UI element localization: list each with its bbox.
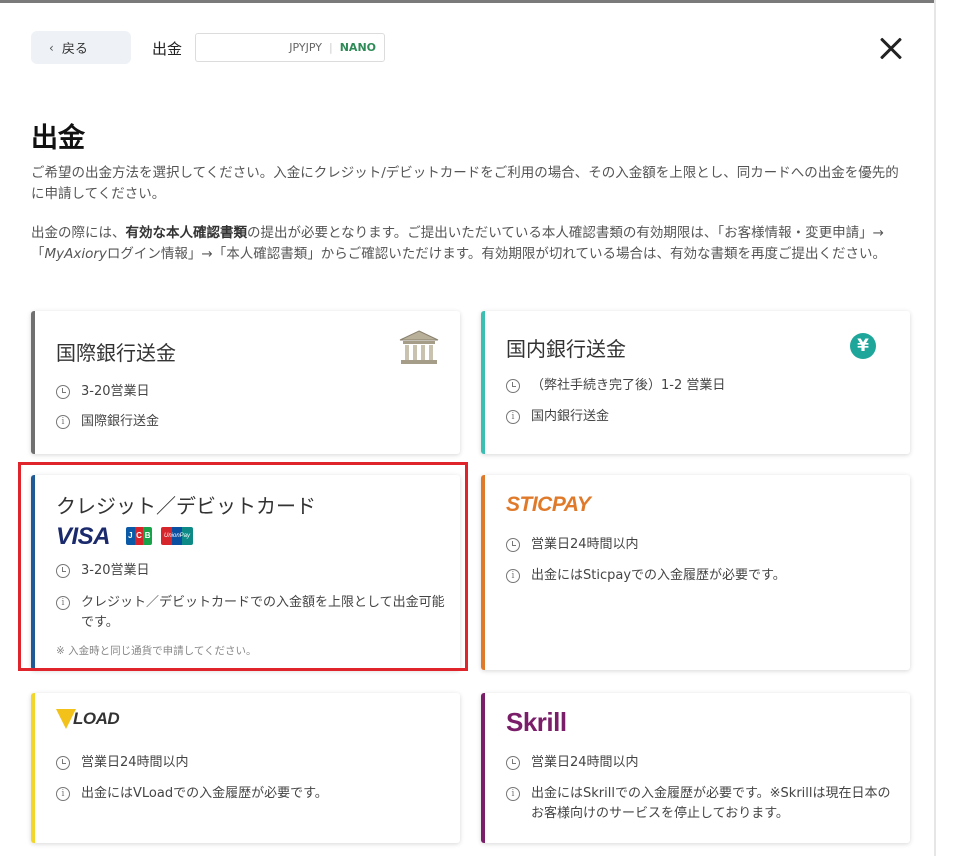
info-icon [56,415,70,429]
method-card-vload[interactable]: LOAD 営業日24時間以内 出金にはVLoadでの入金履歴が必要です。 [31,693,460,843]
skrill-logo: Skrill [506,707,567,737]
method-info-text: 出金にはVLoadでの入金履歴が必要です。 [81,786,328,801]
jcb-b: B [143,527,152,545]
method-info-text: 国際銀行送金 [81,414,160,429]
method-card-credit-debit[interactable]: クレジット／デビットカード VISA J C B UnionPay 3-20営業… [31,475,460,670]
processing-time: （弊社手続き完了後）1-2 営業日 [506,376,725,396]
method-info: 出金にはVLoadでの入金履歴が必要です。 [56,784,328,804]
chevron-left-icon: ‹ [49,40,54,55]
desc-italic-text: MyAxiory [44,246,107,262]
unionpay-text: UnionPay [163,533,190,539]
method-info-text: クレジット／デビットカードでの入金額を上限として出金可能です。 [81,595,445,630]
processing-time-text: 営業日24時間以内 [81,755,189,770]
close-icon[interactable] [873,31,909,67]
back-button-label: 戻る [61,42,88,57]
clock-icon [506,379,520,393]
desc-bold-text: 有効な本人確認書類 [125,225,248,241]
yen-icon: ¥ [850,333,876,359]
modal-header: ‹ 戻る 出金 JPYJPY | NANO [0,0,935,95]
method-card-intl-bank[interactable]: 国際銀行送金 3-20営業日 国際銀行送金 [31,311,460,454]
clock-icon [506,538,520,552]
unionpay-logo: UnionPay [161,527,193,545]
account-divider: | [329,41,333,54]
processing-time-text: 3-20営業日 [81,563,150,578]
clock-icon [506,756,520,770]
processing-time-text: 営業日24時間以内 [531,537,639,552]
desc-text: 出金の際には、 [31,225,126,241]
method-name: 国際銀行送金 [56,341,176,365]
clock-icon [56,385,70,399]
method-card-domestic-bank[interactable]: 国内銀行送金 ¥ （弊社手続き完了後）1-2 営業日 国内銀行送金 [481,311,910,454]
method-name: クレジット／デビットカード [56,494,316,518]
method-info-text: 国内銀行送金 [531,409,610,424]
processing-time: 営業日24時間以内 [506,753,639,773]
bank-icon [399,330,439,364]
description-documents: 出金の際には、有効な本人確認書類の提出が必要となります。ご提出いただいている本人… [31,223,911,265]
jcb-j: J [126,527,135,545]
vload-logo-text: LOAD [73,709,120,728]
method-info: 国際銀行送金 [56,412,159,432]
info-icon [506,569,520,583]
processing-time: 3-20営業日 [56,382,150,402]
clock-icon [56,564,70,578]
processing-time: 3-20営業日 [56,561,150,581]
visa-logo: VISA [56,523,111,550]
method-info: クレジット／デビットカードでの入金額を上限として出金可能です。 [56,593,446,633]
processing-time-text: （弊社手続き完了後）1-2 営業日 [531,378,726,393]
method-info: 国内銀行送金 [506,407,609,427]
desc-text: ログイン情報」→「本人確認書類」からご確認いただけます。有効期限が切れている場合… [106,246,886,262]
sticpay-logo: STICPAY [506,493,591,516]
currency-note: ※ 入金時と同じ通貨で申請してください。 [56,645,257,657]
method-info-text: 出金にはSkrillでの入金履歴が必要です。※Skrillは現在日本のお客様向け… [531,786,891,821]
clock-icon [56,756,70,770]
header-title: 出金 [152,40,183,58]
vload-logo: LOAD [56,709,120,729]
jcb-logo: J C B [126,527,152,545]
method-card-sticpay[interactable]: STICPAY 営業日24時間以内 出金にはSticpayでの入金履歴が必要です… [481,475,910,670]
method-card-skrill[interactable]: Skrill 営業日24時間以内 出金にはSkrillでの入金履歴が必要です。※… [481,693,910,843]
info-icon [506,410,520,424]
info-icon [56,787,70,801]
account-currency: JPYJPY [289,41,322,54]
processing-time: 営業日24時間以内 [56,753,189,773]
page-title: 出金 [31,123,85,154]
info-icon [506,787,520,801]
processing-time: 営業日24時間以内 [506,535,639,555]
back-button[interactable]: ‹ 戻る [31,31,131,64]
method-info: 出金にはSticpayでの入金履歴が必要です。 [506,566,786,586]
scroll-edge [934,0,936,856]
account-selector[interactable]: JPYJPY | NANO [195,33,385,62]
processing-time-text: 営業日24時間以内 [531,755,639,770]
processing-time-text: 3-20営業日 [81,384,150,399]
jcb-c: C [134,527,144,545]
account-type: NANO [339,41,376,54]
method-info: 出金にはSkrillでの入金履歴が必要です。※Skrillは現在日本のお客様向け… [506,784,891,824]
method-name: 国内銀行送金 [506,337,626,361]
info-icon [56,596,70,610]
method-info-text: 出金にはSticpayでの入金履歴が必要です。 [531,568,786,583]
description-method: ご希望の出金方法を選択してください。入金にクレジット/デビットカードをご利用の場… [31,165,899,202]
